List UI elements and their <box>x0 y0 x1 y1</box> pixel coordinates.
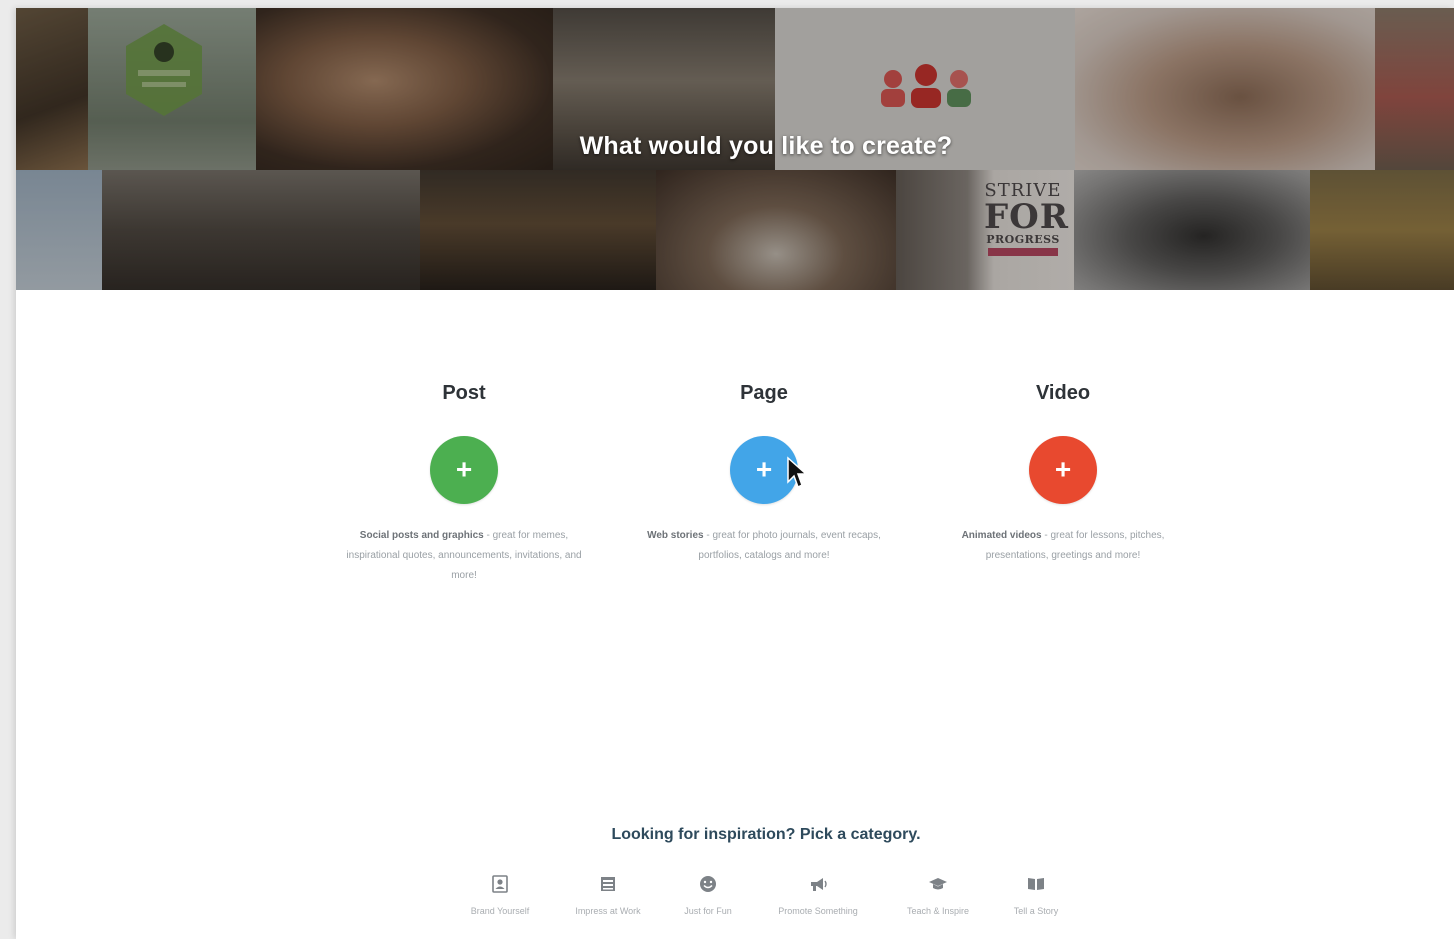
hero-title: What would you like to create? <box>579 132 953 160</box>
option-video: Video + Animated videos - great for less… <box>933 382 1193 566</box>
mouse-cursor-icon <box>787 456 808 489</box>
category-tell-a-story[interactable]: Tell a Story <box>971 874 1101 916</box>
option-page: Page + Web stories - great for photo jou… <box>634 382 894 566</box>
option-page-title: Page <box>740 382 788 404</box>
id-card-icon <box>492 875 508 893</box>
inspiration-categories: Brand Yourself Impress at Work Just for … <box>16 874 1454 934</box>
briefcase-icon <box>601 877 615 891</box>
create-post-button[interactable]: + <box>430 436 498 504</box>
option-post: Post + Social posts and graphics - great… <box>334 382 594 586</box>
option-post-title: Post <box>442 382 486 404</box>
megaphone-icon <box>811 878 827 891</box>
category-label: Tell a Story <box>1013 906 1059 916</box>
create-video-button[interactable]: + <box>1029 436 1097 504</box>
option-video-title: Video <box>1035 382 1091 404</box>
book-icon <box>1028 878 1044 890</box>
category-promote-something[interactable]: Promote Something <box>753 874 883 916</box>
plus-icon: + <box>455 453 473 485</box>
option-post-desc-bold: Social posts and graphics <box>359 530 484 541</box>
plus-icon: + <box>755 453 773 485</box>
option-post-description: Social posts and graphics - great for me… <box>344 526 584 586</box>
category-label: Promote Something <box>778 906 858 916</box>
inspiration-title: Looking for inspiration? Pick a category… <box>611 826 921 843</box>
option-video-desc-bold: Animated videos <box>961 530 1042 541</box>
create-page: STRIVE FOR PROGRESS What would you like … <box>16 8 1454 939</box>
option-page-desc-text: - great for photo journals, event recaps… <box>698 530 881 561</box>
smiley-icon <box>700 876 716 892</box>
hero-banner: STRIVE FOR PROGRESS What would you like … <box>16 8 1454 290</box>
plus-icon: + <box>1054 453 1072 485</box>
graduation-cap-icon <box>929 878 947 890</box>
option-video-description: Animated videos - great for lessons, pit… <box>943 526 1183 566</box>
option-page-desc-bold: Web stories <box>647 530 704 541</box>
option-page-description: Web stories - great for photo journals, … <box>644 526 884 566</box>
